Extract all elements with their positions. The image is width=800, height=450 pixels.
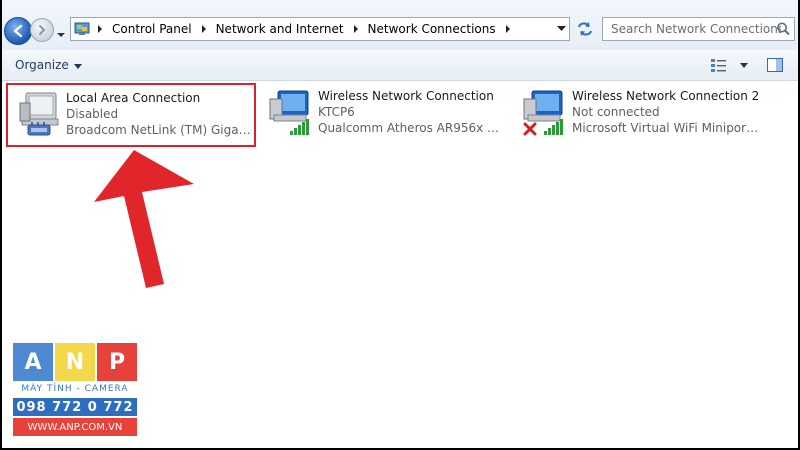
anp-watermark-logo: A N P MÁY TÍNH - CAMERA 098 772 0 772 WW… (13, 343, 137, 439)
breadcrumb-separator-icon[interactable] (93, 18, 107, 40)
logo-tagline: MÁY TÍNH - CAMERA (21, 384, 129, 394)
logo-letter-n: N (55, 343, 95, 381)
breadcrumb-separator-icon[interactable] (501, 18, 515, 40)
wireless-disconnected-icon (523, 90, 563, 136)
address-history-dropdown[interactable] (553, 18, 569, 40)
forward-button[interactable] (30, 18, 54, 42)
connection-device: Qualcomm Atheros AR956x Wirel... (318, 121, 508, 135)
connection-status: KTCP6 (318, 105, 355, 119)
connection-text: Wireless Network Connection 2 Not connec… (572, 88, 762, 136)
breadcrumb-separator-icon[interactable] (349, 18, 363, 40)
breadcrumb-network-and-internet[interactable]: Network and Internet (211, 22, 349, 36)
logo-phone: 098 772 0 772 (13, 398, 137, 416)
connection-name: Local Area Connection (66, 91, 201, 105)
refresh-icon (578, 22, 592, 36)
breadcrumb-network-connections[interactable]: Network Connections (363, 22, 501, 36)
connection-name: Wireless Network Connection (318, 89, 494, 103)
preview-pane-icon (767, 58, 783, 72)
connection-local-area[interactable]: Local Area Connection Disabled Broadcom … (6, 83, 256, 147)
search-icon (777, 22, 790, 36)
address-bar[interactable]: Control Panel Network and Internet Netwo… (70, 17, 570, 41)
wireless-network-icon (269, 90, 309, 135)
logo-letter-p: P (97, 343, 137, 381)
logo-letter-a: A (13, 343, 53, 381)
command-bar: Organize (2, 50, 798, 81)
connection-wireless-2[interactable]: Wireless Network Connection 2 Not connec… (514, 83, 764, 147)
view-details-icon (711, 59, 726, 72)
chevron-down-icon (73, 58, 82, 72)
connection-device: Broadcom NetLink (TM) Gigabit E... (66, 123, 256, 137)
organize-label: Organize (15, 58, 69, 72)
refresh-button[interactable] (573, 17, 597, 41)
logo-website: WWW.ANP.COM.VN (13, 418, 137, 436)
change-view-button[interactable] (710, 56, 748, 74)
chevron-down-icon (556, 26, 566, 31)
connections-list: Local Area Connection Disabled Broadcom … (2, 81, 798, 448)
organize-button[interactable]: Organize (10, 55, 87, 75)
explorer-window: Control Panel Network and Internet Netwo… (2, 0, 798, 448)
recent-pages-button[interactable] (56, 25, 66, 37)
connection-name: Wireless Network Connection 2 (572, 89, 760, 103)
back-arrow-icon (13, 24, 23, 38)
connection-status: Disabled (66, 107, 119, 121)
breadcrumb-control-panel[interactable]: Control Panel (107, 22, 197, 36)
connection-status: Not connected (572, 105, 660, 119)
control-panel-icon (74, 22, 90, 35)
chevron-down-icon (57, 33, 65, 37)
forward-arrow-icon (39, 25, 46, 35)
annotation-arrow-icon (94, 150, 194, 288)
wired-network-icon (19, 92, 59, 136)
preview-pane-button[interactable] (766, 56, 784, 74)
search-input[interactable] (603, 18, 781, 40)
breadcrumb-separator-icon[interactable] (197, 18, 211, 40)
connection-text: Wireless Network Connection KTCP6 Qualco… (318, 88, 508, 136)
connection-wireless[interactable]: Wireless Network Connection KTCP6 Qualco… (260, 83, 510, 147)
chevron-down-icon[interactable] (740, 62, 748, 68)
connection-text: Local Area Connection Disabled Broadcom … (66, 90, 256, 138)
connection-device: Microsoft Virtual WiFi Miniport A... (572, 121, 762, 135)
search-box[interactable] (602, 17, 795, 41)
back-button[interactable] (4, 17, 32, 45)
breadcrumb: Control Panel Network and Internet Netwo… (93, 18, 515, 40)
